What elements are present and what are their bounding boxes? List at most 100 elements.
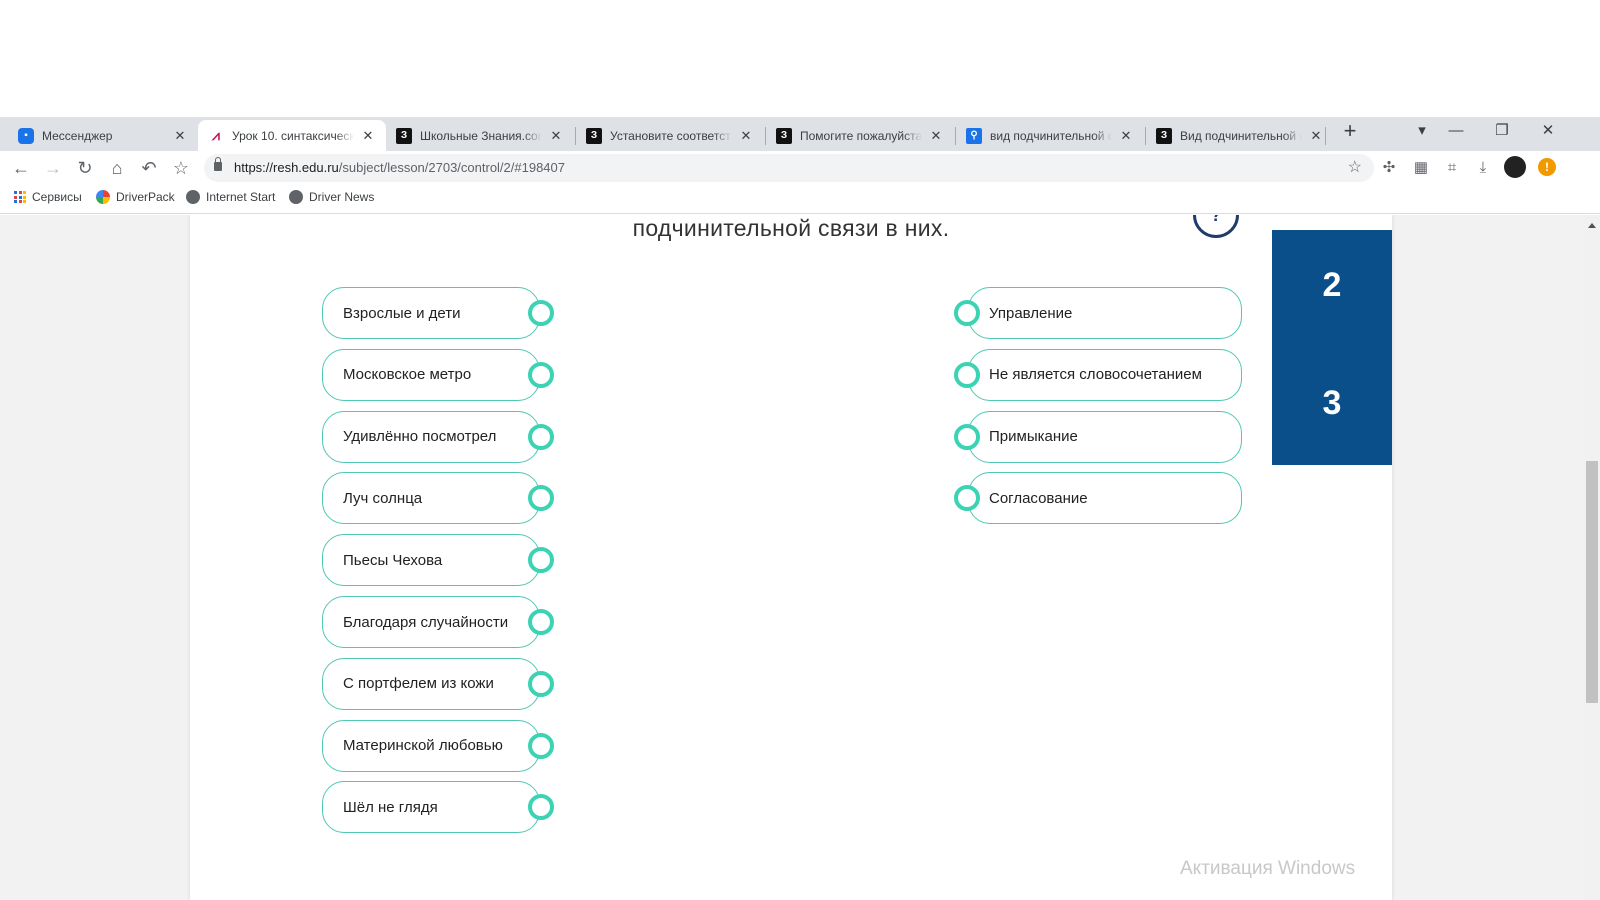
connector-handle[interactable]: [528, 732, 554, 759]
item-label: Управление: [989, 304, 1073, 322]
forward-button[interactable]: →: [40, 155, 66, 181]
question-number-3[interactable]: 3: [1272, 384, 1392, 423]
item-label: Пьесы Чехова: [343, 551, 443, 569]
connector-handle[interactable]: [954, 423, 980, 450]
update-alert-icon[interactable]: !: [1538, 158, 1556, 176]
item-label: Московское метро: [343, 366, 472, 384]
grid-icon[interactable]: ▦: [1410, 157, 1432, 179]
search-icon: ⚲: [966, 127, 982, 144]
left-match-item[interactable]: Взрослые и дети: [322, 287, 540, 339]
close-icon[interactable]: ✕: [172, 128, 188, 144]
left-match-item[interactable]: Пьесы Чехова: [322, 534, 540, 587]
znanija-icon: З: [1156, 127, 1172, 144]
left-match-item[interactable]: Материнской любовью: [322, 719, 540, 772]
connector-handle[interactable]: [528, 300, 554, 326]
browser-toolbar: ← → ↻ ⌂ ↶ ☆ https://resh.edu.ru/subject/…: [0, 151, 1600, 184]
connector-handle[interactable]: [954, 361, 980, 388]
item-label: Не является словосочетанием: [989, 366, 1202, 384]
znanija-icon: З: [776, 127, 792, 144]
extension-icon[interactable]: ✣: [1378, 157, 1400, 179]
scrollbar-thumb[interactable]: [1586, 461, 1598, 703]
bookmarks-bar: Сервисы DriverPack Internet Start Driver…: [0, 184, 1600, 214]
bookmark-internet-start[interactable]: Internet Start: [186, 190, 275, 204]
undo-icon[interactable]: ↶: [136, 155, 162, 181]
tab-label: вид подчинительной связи: [990, 128, 1112, 143]
left-match-item[interactable]: Удивлённо посмотрел: [322, 410, 540, 463]
item-label: Луч солнца: [343, 489, 423, 507]
bookmark-star-icon[interactable]: ☆: [168, 155, 194, 181]
tab-ustanovite[interactable]: З Установите соответствие ✕: [576, 120, 764, 151]
restore-button[interactable]: ❐: [1482, 118, 1522, 146]
close-icon[interactable]: ✕: [360, 128, 376, 144]
tab-label: Школьные Знания.com: [420, 128, 542, 143]
connector-handle[interactable]: [954, 300, 980, 326]
right-match-item[interactable]: Согласование: [968, 472, 1242, 525]
download-icon[interactable]: ⤓: [1472, 157, 1494, 179]
profile-avatar[interactable]: [1504, 156, 1526, 178]
item-label: Согласование: [989, 489, 1088, 507]
item-label: Удивлённо посмотрел: [343, 428, 497, 446]
scroll-up-arrow-icon[interactable]: [1588, 223, 1596, 228]
tab-search[interactable]: ⚲ вид подчинительной связи ✕: [956, 120, 1144, 151]
close-icon[interactable]: ✕: [928, 128, 944, 144]
home-button[interactable]: ⌂: [104, 155, 130, 181]
connector-handle[interactable]: [528, 361, 554, 388]
minimize-button[interactable]: —: [1436, 118, 1476, 146]
znanija-icon: З: [586, 127, 602, 144]
blank-area: [0, 0, 1600, 117]
bookmark-label: DriverPack: [116, 190, 175, 204]
globe-icon: [289, 190, 303, 204]
item-label: С портфелем из кожи: [343, 675, 494, 693]
item-label: Шёл не глядя: [343, 798, 438, 816]
reload-button[interactable]: ↻: [72, 155, 98, 181]
bookmark-services[interactable]: Сервисы: [14, 190, 82, 204]
apps-icon: [14, 191, 26, 203]
lock-icon: [214, 157, 222, 171]
tab-label: Мессенджер: [42, 128, 113, 143]
tab-pomogite[interactable]: З Помогите пожалуйста ✕: [766, 120, 954, 151]
bookmark-page-icon[interactable]: ☆: [1348, 157, 1362, 177]
question-number-2[interactable]: 2: [1272, 266, 1392, 305]
close-icon[interactable]: ✕: [1118, 128, 1134, 144]
page-scrollbar[interactable]: [1584, 215, 1600, 900]
close-window-button[interactable]: ✕: [1528, 118, 1568, 146]
left-match-item[interactable]: Луч солнца: [322, 472, 540, 525]
connector-handle[interactable]: [528, 547, 554, 574]
item-label: Материнской любовью: [343, 737, 503, 755]
url-path: /subject/lesson/2703/control/2/#198407: [338, 160, 565, 175]
connector-handle[interactable]: [528, 670, 554, 697]
close-icon[interactable]: ✕: [738, 128, 754, 144]
close-icon[interactable]: ✕: [1308, 128, 1324, 144]
address-bar[interactable]: https://resh.edu.ru/subject/lesson/2703/…: [204, 154, 1374, 182]
tab-znanija[interactable]: З Школьные Знания.com ✕: [386, 120, 574, 151]
globe-icon: [186, 190, 200, 204]
new-tab-button[interactable]: +: [1338, 120, 1362, 144]
connector-handle[interactable]: [528, 423, 554, 450]
url-text[interactable]: https://resh.edu.ru/subject/lesson/2703/…: [234, 160, 565, 175]
driverpack-icon: [96, 190, 110, 204]
left-match-item[interactable]: Московское метро: [322, 348, 540, 401]
close-icon[interactable]: ✕: [548, 128, 564, 144]
tab-resh-lesson[interactable]: ⩘ Урок 10. синтаксические ✕: [198, 120, 386, 151]
left-match-item[interactable]: Благодаря случайности: [322, 596, 540, 648]
page-content: подчинительной связи в них. ? 2 3 Актива…: [0, 215, 1600, 900]
znanija-icon: З: [396, 127, 412, 144]
resh-icon: ⩘: [212, 127, 220, 143]
right-match-item[interactable]: Управление: [968, 287, 1242, 339]
bookmark-driverpack[interactable]: DriverPack: [96, 190, 175, 204]
left-match-item[interactable]: Шёл не глядя: [322, 781, 540, 834]
right-match-item[interactable]: Не является словосочетанием: [968, 348, 1242, 401]
tab-vid-svyazi[interactable]: З Вид подчинительной связи ✕: [1146, 120, 1334, 151]
tab-label: Вид подчинительной связи: [1180, 128, 1302, 143]
tab-separator: [1325, 127, 1326, 145]
connector-handle[interactable]: [528, 609, 554, 635]
tab-label: Установите соответствие: [610, 128, 732, 143]
bookmark-driver-news[interactable]: Driver News: [289, 190, 374, 204]
tab-messenger[interactable]: ▪ Мессенджер ✕: [8, 120, 198, 151]
back-button[interactable]: ←: [8, 155, 34, 181]
item-label: Взрослые и дети: [343, 304, 461, 322]
bookmark-label: Internet Start: [206, 190, 276, 204]
right-match-item[interactable]: Примыкание: [968, 410, 1242, 463]
crop-icon[interactable]: ⌗: [1441, 157, 1463, 179]
left-match-item[interactable]: С портфелем из кожи: [322, 657, 540, 710]
